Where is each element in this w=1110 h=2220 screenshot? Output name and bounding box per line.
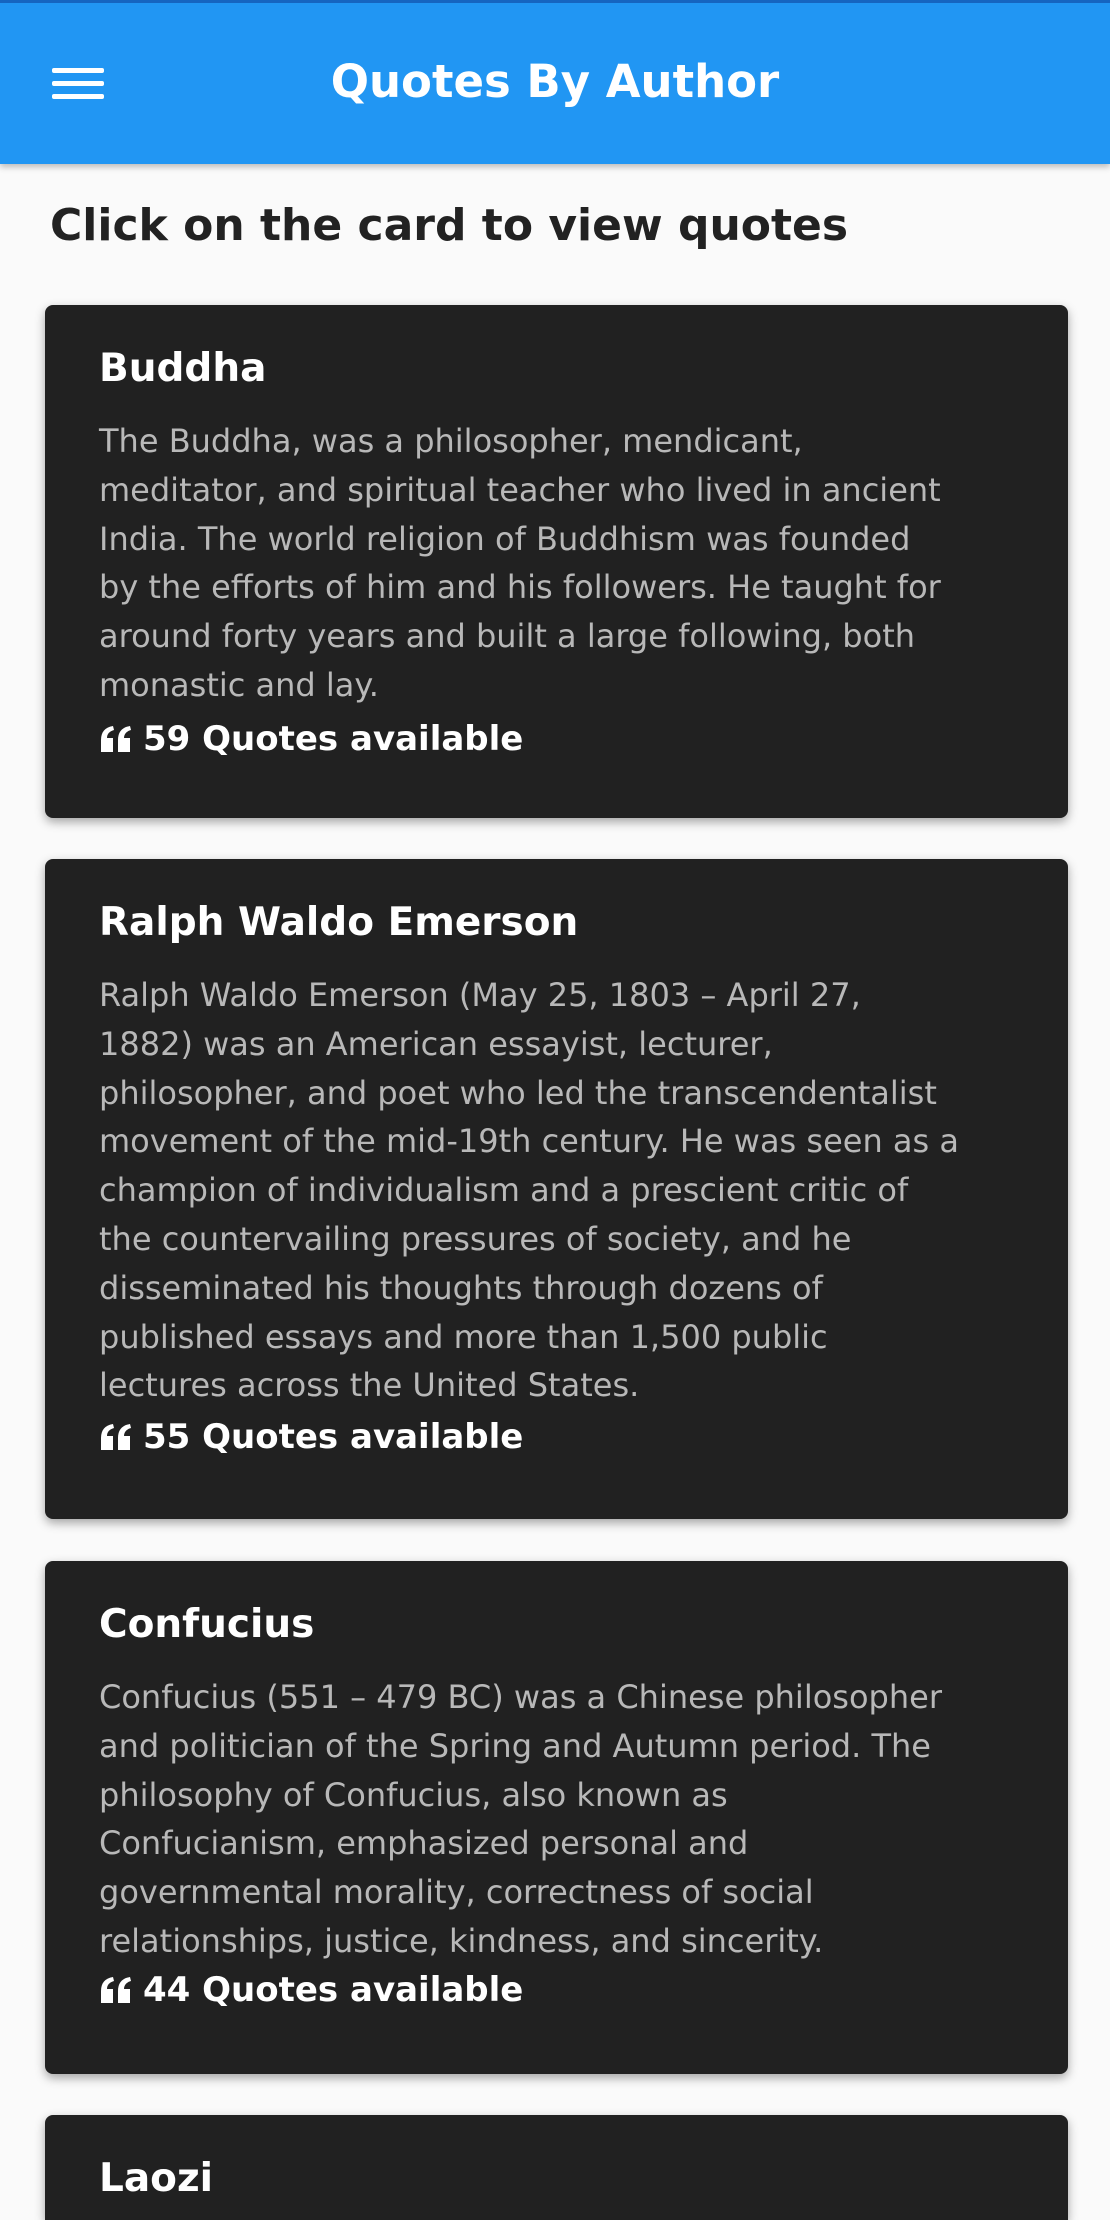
description-line: India. The world religion of Buddhism wa…	[99, 519, 911, 558]
quote-icon	[101, 726, 131, 752]
description-line: philosophy of Confucius, also known as	[99, 1775, 728, 1814]
author-card-laozi[interactable]: Laozi	[45, 2115, 1068, 2220]
description-line: Confucianism, emphasized personal and	[99, 1824, 749, 1863]
description-line: The Buddha, was a philosopher, mendicant…	[99, 422, 803, 460]
author-name: Buddha	[99, 346, 267, 391]
app-bar: Quotes By Author	[0, 0, 1110, 164]
quote-count-row: 44 Quotes available	[99, 1967, 523, 2013]
description-line: by the efforts of him and his followers.…	[99, 568, 941, 607]
description-line: and politician of the Spring and Autumn …	[99, 1726, 931, 1765]
app-screen: Quotes By Author Click on the card to vi…	[0, 0, 1110, 2220]
author-name: Confucius	[99, 1602, 315, 1647]
description-line: 1882) was an American essayist, lecturer…	[99, 1024, 773, 1063]
author-name: Laozi	[99, 2156, 214, 2201]
page-heading: Click on the card to view quotes	[50, 200, 849, 251]
quote-icon	[101, 1977, 131, 2003]
app-bar-top-edge	[0, 0, 1110, 3]
description-line: the countervailing pressures of society,…	[99, 1219, 852, 1258]
author-name: Ralph Waldo Emerson	[99, 900, 579, 945]
description-line: lectures across the United States.	[99, 1366, 640, 1405]
quote-count: 59 Quotes available	[143, 719, 524, 759]
description-line: relationships, justice, kindness, and si…	[99, 1921, 824, 1960]
description-line: governmental morality, correctness of so…	[99, 1873, 814, 1912]
description-line: Confucius (551 – 479 BC) was a Chinese p…	[99, 1678, 942, 1716]
app-bar-title: Quotes By Author	[330, 55, 780, 108]
description-line: philosopher, and poet who led the transc…	[99, 1073, 937, 1112]
quote-count: 55 Quotes available	[143, 1417, 524, 1457]
author-card-ralph-waldo-emerson[interactable]: Ralph Waldo Emerson Ralph Waldo Emerson …	[45, 859, 1068, 1519]
quote-count-row: 59 Quotes available	[99, 716, 523, 762]
description-line: published essays and more than 1,500 pub…	[99, 1317, 828, 1356]
description-line: Ralph Waldo Emerson (May 25, 1803 – Apri…	[99, 976, 861, 1014]
description-line: around forty years and built a large fol…	[99, 617, 916, 656]
author-description: Confucius (551 – 479 BC) was a Chinese p…	[99, 1673, 1054, 1966]
description-line: movement of the mid-19th century. He was…	[99, 1122, 959, 1161]
description-line: monastic and lay.	[99, 665, 379, 704]
quote-count-row: 55 Quotes available	[99, 1414, 523, 1460]
author-description: Ralph Waldo Emerson (May 25, 1803 – Apri…	[99, 971, 1054, 1410]
author-card-confucius[interactable]: Confucius Confucius (551 – 479 BC) was a…	[45, 1561, 1068, 2074]
description-line: champion of individualism and a prescien…	[99, 1171, 909, 1210]
quote-icon	[101, 1424, 131, 1450]
author-description: The Buddha, was a philosopher, mendicant…	[99, 417, 1054, 710]
quote-count: 44 Quotes available	[143, 1970, 524, 2010]
description-line: disseminated his thoughts through dozens…	[99, 1268, 823, 1307]
author-card-buddha[interactable]: Buddha The Buddha, was a philosopher, me…	[45, 305, 1068, 818]
description-line: meditator, and spiritual teacher who liv…	[99, 470, 941, 509]
